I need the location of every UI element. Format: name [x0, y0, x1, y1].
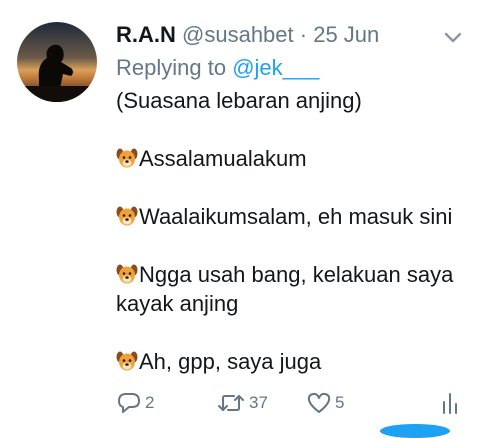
tweet-line: Ngga usah bang, kelakuan saya	[116, 260, 466, 289]
replying-to-label: Replying to	[116, 55, 227, 80]
reply-icon	[118, 393, 140, 413]
analytics-icon	[443, 393, 457, 414]
tweet-line: Assalamualakum	[116, 144, 466, 173]
reply-button[interactable]: 2	[116, 388, 154, 418]
tweet-line: Waalaikumsalam, eh masuk sini	[116, 202, 466, 231]
author-name[interactable]: R.A.N	[116, 22, 176, 47]
dog-face-icon	[116, 147, 138, 169]
replying-to: Replying to @jek___	[116, 54, 319, 82]
tweet-date[interactable]: 25 Jun	[313, 22, 379, 47]
reply-count: 2	[145, 393, 155, 412]
dog-face-icon	[116, 350, 138, 372]
retweet-count: 37	[249, 393, 268, 412]
tweet-actions: 2 37 5	[112, 388, 468, 418]
tweet-line: kayak anjing	[116, 291, 239, 316]
tweet-line: Ah, gpp, saya juga	[116, 347, 466, 376]
separator-dot: ·	[299, 22, 308, 47]
tweet[interactable]: R.A.N @susahbet · 25 Jun Replying to @je…	[0, 0, 478, 438]
dog-face-icon	[116, 205, 138, 227]
retweet-button[interactable]: 37	[216, 388, 268, 418]
like-count: 5	[335, 393, 345, 412]
floating-button-edge[interactable]	[380, 424, 450, 438]
chevron-down-icon[interactable]	[440, 26, 466, 48]
analytics-button[interactable]	[440, 388, 460, 418]
tweet-header: R.A.N @susahbet · 25 Jun	[116, 22, 379, 48]
tweet-text: (Suasana lebaran anjing) Assalamualakum …	[116, 86, 466, 376]
avatar[interactable]	[17, 22, 97, 102]
tweet-line: (Suasana lebaran anjing)	[116, 88, 362, 113]
dog-face-icon	[116, 263, 138, 285]
like-icon	[307, 392, 331, 413]
author-handle[interactable]: @susahbet	[182, 22, 294, 47]
retweet-icon	[218, 395, 244, 411]
like-button[interactable]: 5	[306, 388, 344, 418]
replying-to-mention[interactable]: @jek___	[232, 55, 319, 80]
